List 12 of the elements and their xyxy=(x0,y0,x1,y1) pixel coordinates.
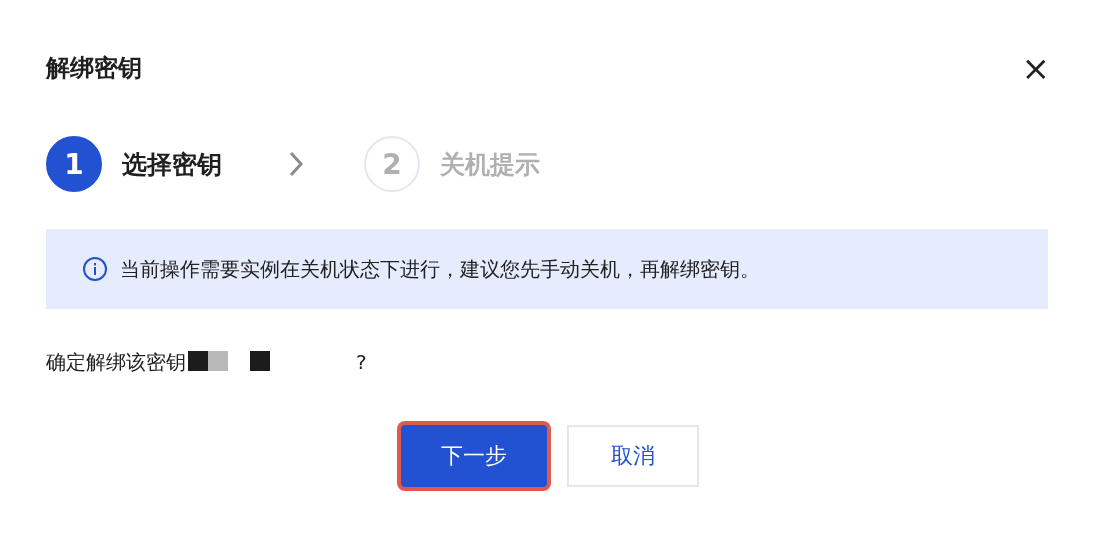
dialog-title: 解绑密钥 xyxy=(46,53,142,84)
step-label: 选择密钥 xyxy=(122,148,222,181)
step-label: 关机提示 xyxy=(440,148,540,181)
question-mark: ? xyxy=(356,350,367,374)
cancel-button[interactable]: 取消 xyxy=(567,425,699,487)
confirm-text: 确定解绑该密钥 xyxy=(46,348,186,376)
close-button[interactable]: × xyxy=(1019,51,1052,85)
step-number: 2 xyxy=(364,136,420,192)
chevron-icon xyxy=(288,150,304,178)
info-icon xyxy=(82,256,108,282)
alert-text: 当前操作需要实例在关机状态下进行，建议您先手动关机，再解绑密钥。 xyxy=(120,255,760,283)
step-number: 1 xyxy=(46,136,102,192)
